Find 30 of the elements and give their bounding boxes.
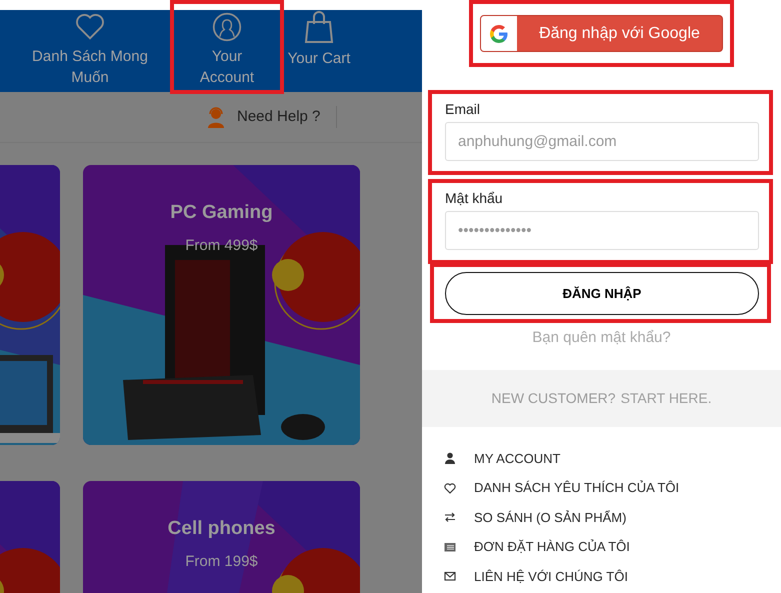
forgot-password-link[interactable]: Bạn quên mật khẩu?	[422, 327, 781, 350]
field-label: Mật khẩu	[445, 189, 504, 208]
nav-link[interactable]: Your Cart	[279, 10, 359, 92]
banner-title: PC Gaming	[169, 201, 274, 225]
google-login-button[interactable]: Đăng nhập với Google	[480, 15, 723, 52]
account-menu-link[interactable]: ĐƠN ĐẶT HÀNG CỦA TÔI	[474, 537, 630, 556]
nav-link[interactable]: Your Account	[172, 2, 282, 92]
shopping-bag-icon	[302, 10, 336, 44]
login-button[interactable]: ĐĂNG NHẬP	[445, 272, 759, 315]
email-field[interactable]: anphuhung@gmail.com	[445, 122, 759, 161]
headset-icon	[205, 106, 227, 128]
account-menu-link[interactable]: MY ACCOUNT	[474, 448, 560, 468]
google-logo-icon	[489, 24, 509, 44]
account-menu-link[interactable]: LIÊN HỆ VỚI CHÚNG TÔI	[474, 566, 628, 586]
help-link[interactable]: Need Help ?	[205, 106, 320, 128]
account-menu-link[interactable]: DANH SÁCH YÊU THÍCH CỦA TÔI	[474, 478, 680, 498]
user-icon	[210, 12, 244, 42]
field-label: Email	[445, 100, 482, 119]
nav-link[interactable]: Danh Sách Mong Muốn	[20, 10, 160, 92]
account-menu-link[interactable]: SO SÁNH (O SẢN PHẨM)	[474, 508, 626, 527]
heart-icon	[444, 482, 456, 494]
envelope-icon	[444, 570, 456, 582]
password-field[interactable]: ••••••••••••••	[445, 211, 759, 250]
swap-arrows-icon	[444, 511, 456, 524]
banner-title: Cell phones	[166, 517, 276, 541]
start-here-link[interactable]: START HERE.	[620, 388, 712, 408]
new-customer-text: NEW CUSTOMER?	[491, 388, 616, 408]
user-icon	[444, 452, 456, 464]
list-icon	[444, 540, 456, 553]
banner-price: From 199$	[184, 552, 259, 572]
